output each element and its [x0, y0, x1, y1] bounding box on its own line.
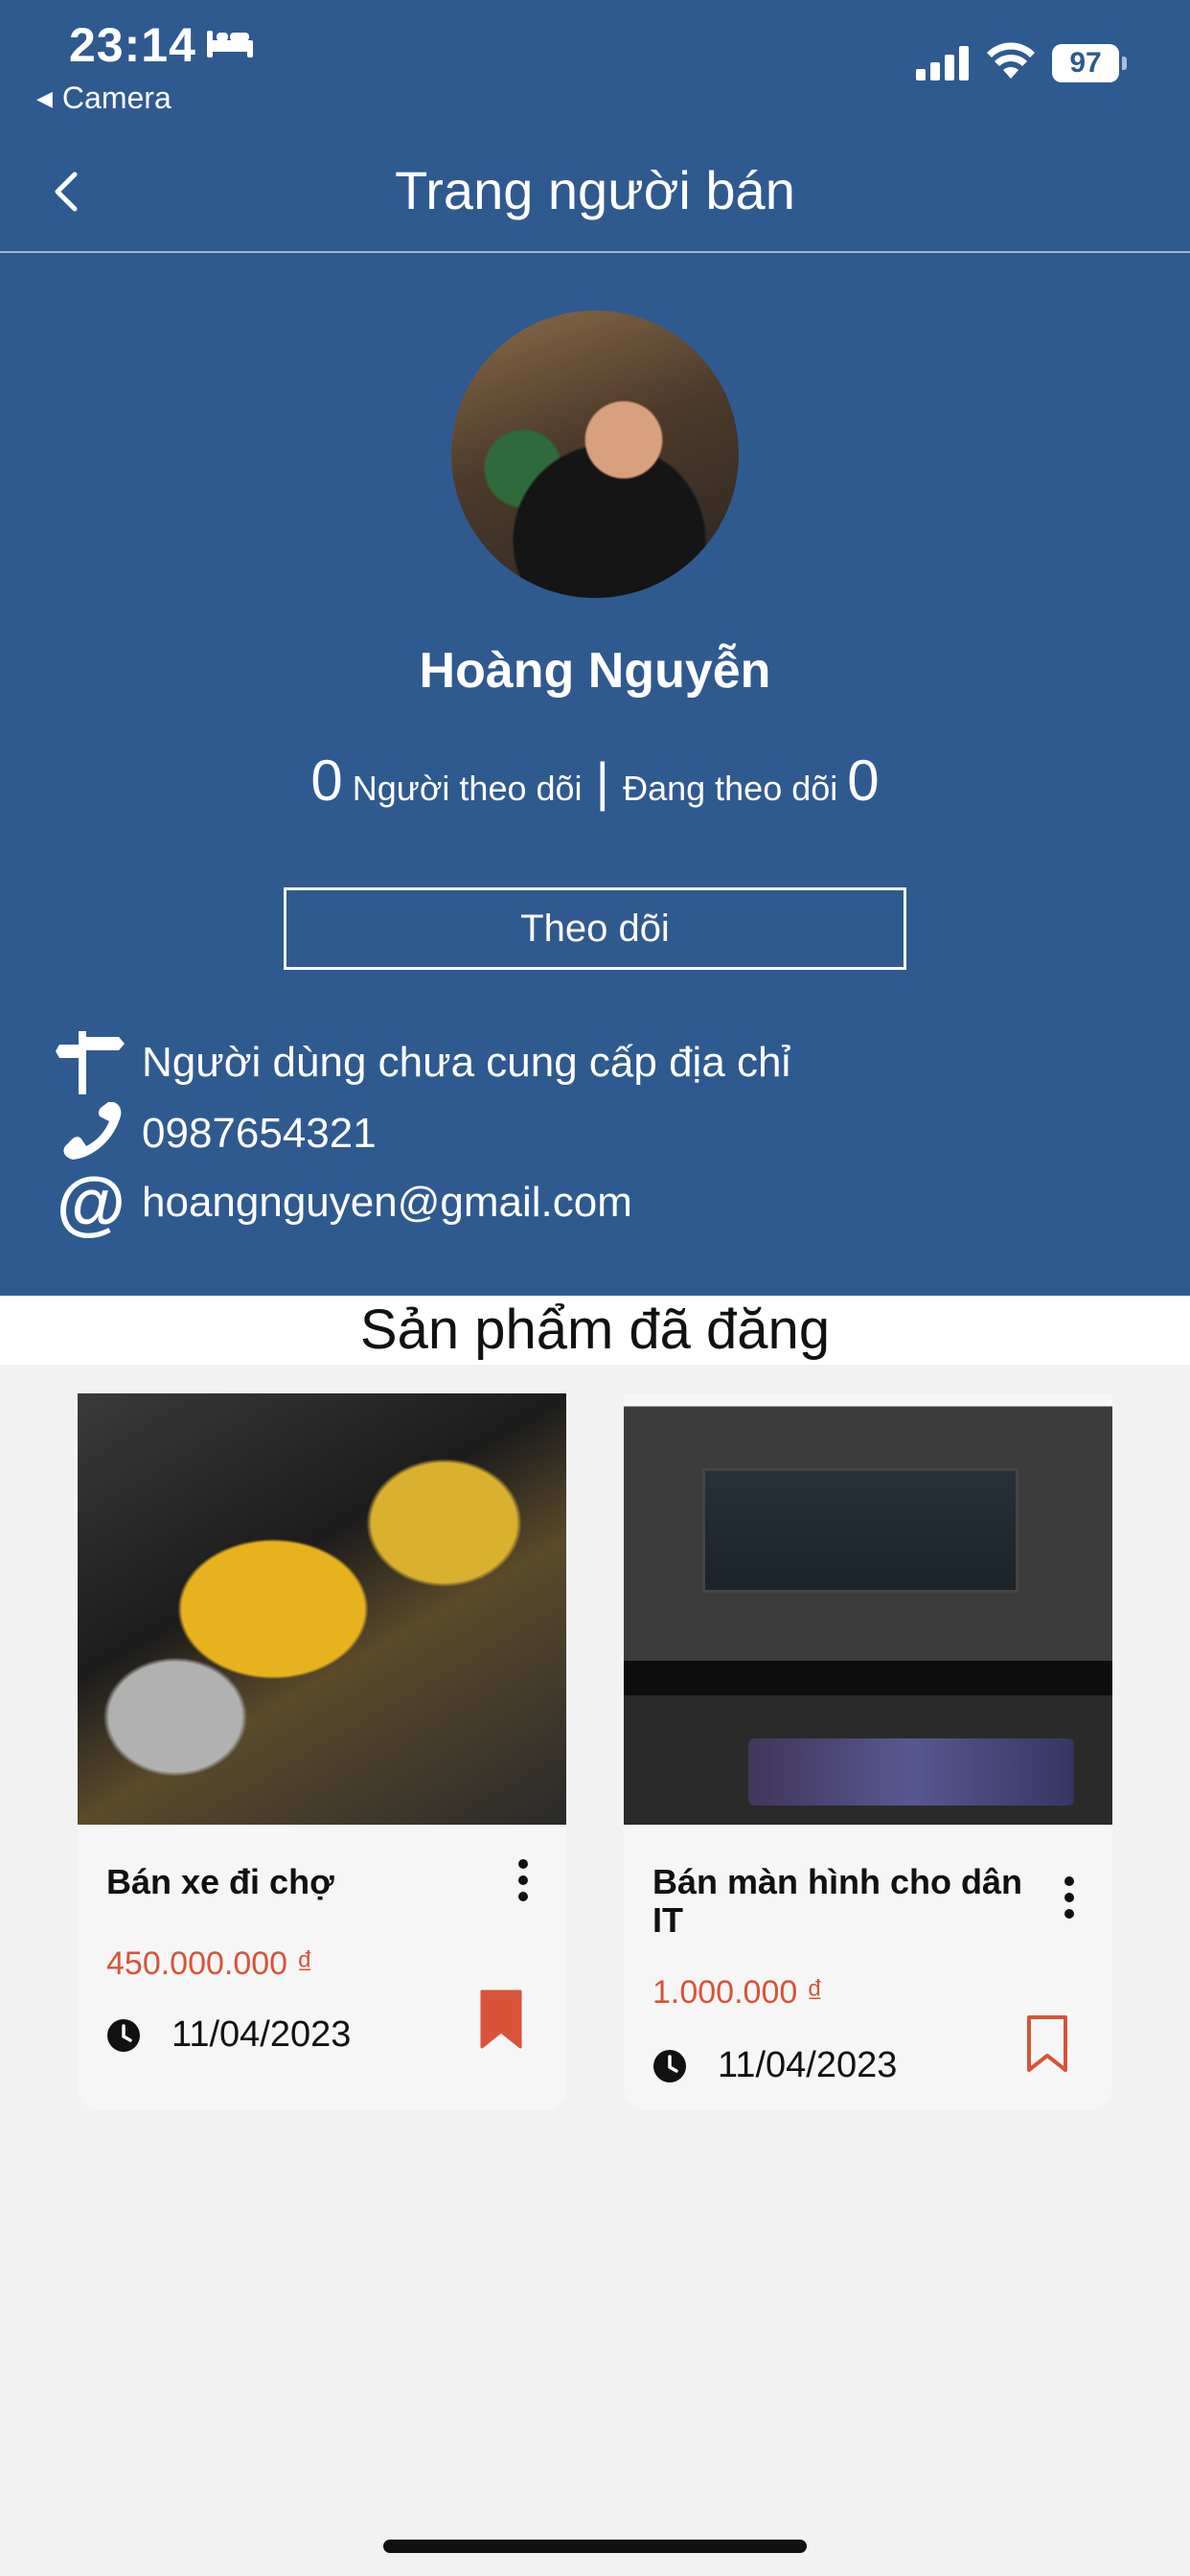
- home-indicator[interactable]: [383, 2540, 807, 2553]
- seller-name: Hoàng Nguyễn: [419, 643, 771, 699]
- following-count: 0: [847, 748, 880, 813]
- more-vertical-icon[interactable]: [516, 1859, 530, 1901]
- product-date-row: 11/04/2023: [652, 2045, 897, 2086]
- page-title: Trang người bán: [395, 160, 795, 220]
- navigation-bar: Trang người bán: [0, 125, 1190, 253]
- product-image-monitor: [624, 1393, 1112, 1825]
- sleep-focus-icon: [207, 31, 253, 58]
- product-date: 11/04/2023: [718, 2045, 898, 2085]
- wifi-icon: [987, 42, 1035, 79]
- product-date-row: 11/04/2023: [106, 2014, 351, 2056]
- product-title: Bán xe đi chợ: [106, 1862, 334, 1901]
- posted-products-title: Sản phẩm đã đăng: [0, 1296, 1190, 1365]
- clock-icon: [107, 2018, 140, 2052]
- following-label: Đang theo dõi: [623, 769, 838, 808]
- product-title: Bán màn hình cho dân IT: [652, 1862, 1023, 1940]
- product-card[interactable]: Bán xe đi chợ 450.000.000 ₫ 11/04/2023: [78, 1393, 566, 2110]
- back-to-app-link[interactable]: ◀ Camera: [36, 80, 172, 116]
- seller-avatar: [451, 310, 739, 598]
- product-image-motorbike: [78, 1393, 566, 1825]
- more-vertical-icon[interactable]: [1063, 1876, 1076, 1919]
- back-triangle-icon: ◀: [36, 85, 53, 110]
- product-price: 1.000.000 ₫: [652, 1974, 824, 2011]
- followers-count: 0: [310, 748, 343, 813]
- email-text: hoangnguyen@gmail.com: [142, 1179, 632, 1226]
- address-text: Người dùng chưa cung cấp địa chỉ: [142, 1039, 791, 1086]
- email-row: @ hoangnguyen@gmail.com: [56, 1162, 632, 1242]
- signpost-icon: [56, 1031, 125, 1094]
- status-bar: 23:14 ◀ Camera 97: [0, 0, 1190, 125]
- back-app-label: Camera: [61, 80, 172, 115]
- bookmark-filled-icon[interactable]: [480, 1990, 522, 2049]
- followers-label: Người theo dõi: [352, 769, 583, 808]
- cellular-signal-icon: [916, 46, 969, 80]
- product-date: 11/04/2023: [172, 2014, 352, 2055]
- product-price: 450.000.000 ₫: [106, 1945, 313, 1982]
- stats-divider: |: [595, 751, 610, 812]
- battery-icon: 97: [1052, 44, 1127, 82]
- seller-header: 23:14 ◀ Camera 97 Trang người bán Hoàng …: [0, 0, 1190, 1296]
- address-row: Người dùng chưa cung cấp địa chỉ: [56, 1031, 790, 1094]
- phone-icon: [63, 1102, 122, 1160]
- at-sign-icon: @: [56, 1162, 126, 1242]
- battery-level: 97: [1052, 44, 1119, 82]
- phone-text: 0987654321: [142, 1110, 377, 1157]
- follow-button[interactable]: Theo dõi: [284, 887, 906, 970]
- bookmark-outline-icon[interactable]: [1026, 2014, 1068, 2074]
- status-time: 23:14: [69, 18, 196, 72]
- phone-row: 0987654321: [56, 1102, 377, 1165]
- clock-icon: [653, 2049, 686, 2082]
- follow-stats: 0 Người theo dõi | Đang theo dõi 0: [0, 748, 1190, 814]
- product-card[interactable]: Bán màn hình cho dân IT 1.000.000 ₫ 11/0…: [624, 1393, 1112, 2110]
